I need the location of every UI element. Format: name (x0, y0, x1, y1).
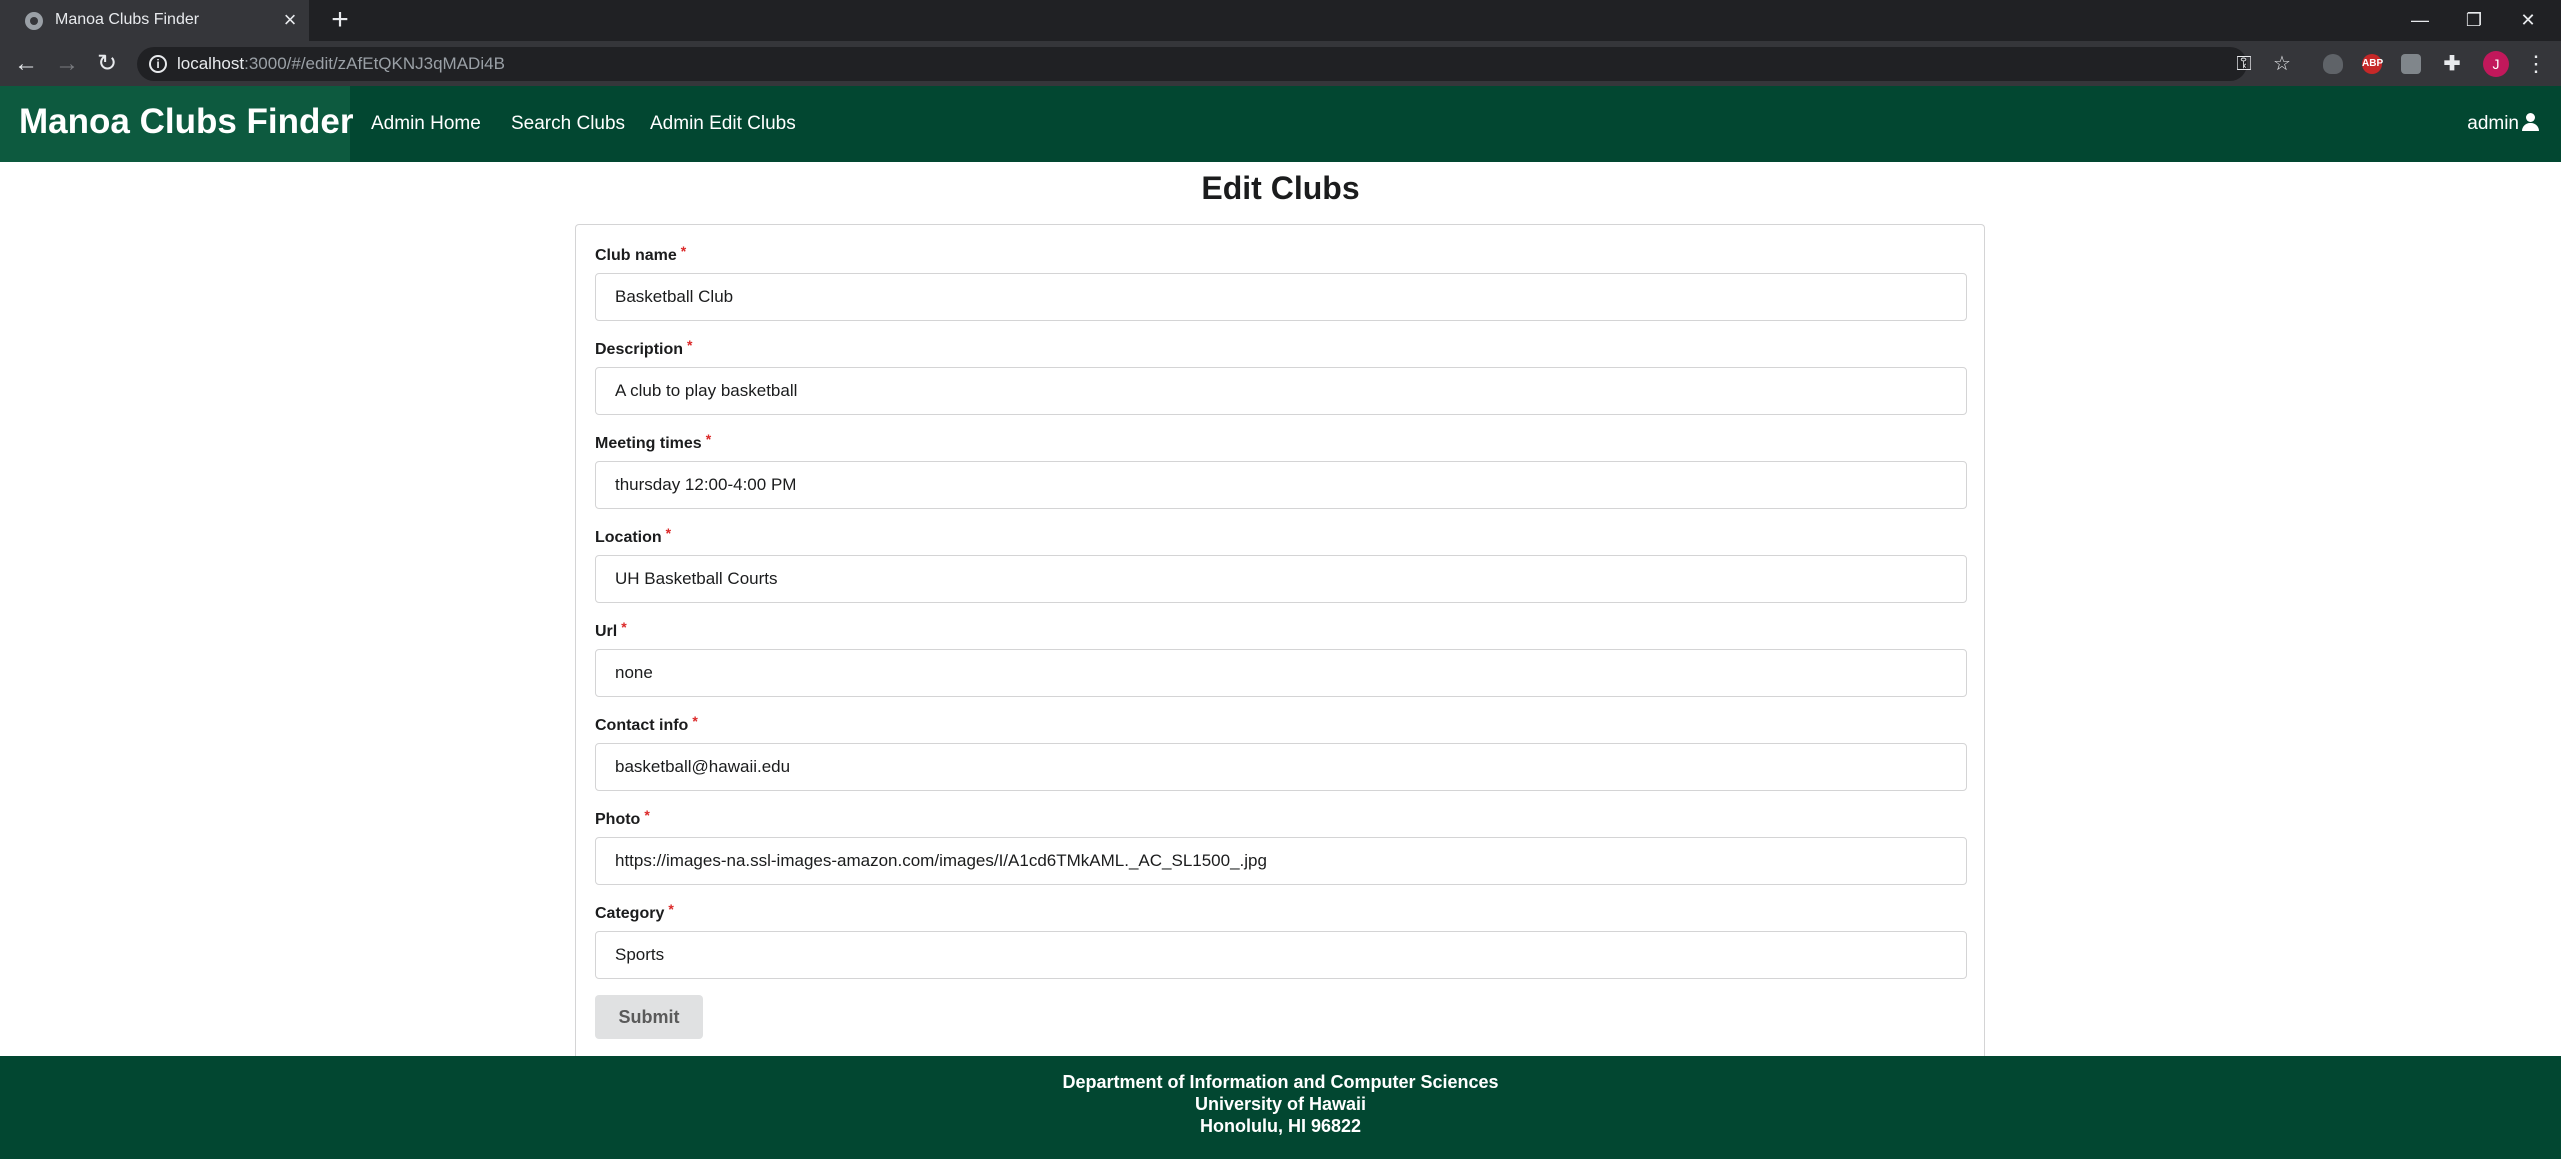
required-marker: * (644, 807, 650, 823)
required-marker: * (705, 431, 712, 447)
reload-button[interactable]: ↻ (91, 48, 123, 80)
required-marker: * (668, 901, 674, 917)
contact-info-input[interactable] (595, 743, 1967, 791)
contact-info-label: Contact info * (595, 713, 698, 734)
forward-button[interactable]: → (51, 48, 83, 80)
address-bar[interactable]: i localhost:3000/#/edit/zAfEtQKNJ3qMADi4… (137, 47, 2291, 81)
shield-extension-icon[interactable] (2323, 54, 2343, 74)
category-input[interactable] (595, 931, 1967, 979)
user-name: admin (2467, 113, 2519, 134)
url-text[interactable]: localhost:3000/#/edit/zAfEtQKNJ3qMADi4B (177, 54, 505, 74)
required-marker: * (687, 337, 693, 353)
club-name-input[interactable] (595, 273, 1967, 321)
user-menu[interactable]: admin (2467, 113, 2539, 135)
required-marker: * (665, 525, 672, 541)
browser-tab[interactable]: Manoa Clubs Finder × (0, 0, 309, 41)
description-label: Description * (595, 337, 693, 358)
meeting-times-input[interactable] (595, 461, 1967, 509)
url-input[interactable] (595, 649, 1967, 697)
footer-department: Department of Information and Computer S… (1062, 1072, 1499, 1092)
photo-input[interactable] (595, 837, 1967, 885)
tab-title: Manoa Clubs Finder (55, 11, 200, 28)
nav-admin-edit-clubs[interactable]: Admin Edit Clubs (650, 113, 796, 135)
browser-tabstrip: Manoa Clubs Finder × + — ❐ ✕ (0, 0, 2561, 41)
nav-search-clubs[interactable]: Search Clubs (511, 113, 625, 135)
bookmark-star-icon[interactable]: ☆ (2270, 52, 2294, 76)
page-title: Edit Clubs (1201, 170, 1360, 206)
favicon-icon (25, 12, 43, 30)
app-navbar: Manoa Clubs Finder Admin Home Search Clu… (0, 86, 2561, 162)
puzzle-extensions-icon[interactable]: ✚ (2442, 54, 2462, 74)
meeting-times-label: Meeting times * (595, 431, 712, 452)
browser-menu-icon[interactable]: ⋮ (2520, 48, 2552, 80)
browser-toolbar: ← → ↻ i localhost:3000/#/edit/zAfEtQKNJ3… (0, 41, 2561, 86)
new-tab-button[interactable]: + (326, 5, 354, 35)
required-marker: * (692, 713, 698, 729)
required-marker: * (680, 243, 687, 259)
required-marker: * (621, 619, 627, 635)
url-label: Url * (595, 619, 627, 640)
brand-link[interactable]: Manoa Clubs Finder (0, 86, 354, 162)
location-label: Location * (595, 525, 672, 546)
submit-button[interactable]: Submit (595, 995, 703, 1039)
key-icon[interactable]: ⚿ (2232, 52, 2256, 76)
minimize-window-button[interactable]: — (2400, 4, 2440, 36)
footer-university: University of Hawaii (1194, 1094, 1367, 1114)
description-input[interactable] (595, 367, 1967, 415)
close-window-button[interactable]: ✕ (2508, 4, 2548, 36)
location-input[interactable] (595, 555, 1967, 603)
club-name-label: Club name * (595, 243, 687, 264)
page-footer: Department of Information and Computer S… (0, 1056, 2561, 1159)
profile-avatar[interactable]: J (2483, 51, 2509, 77)
brand-title: Manoa Clubs Finder (19, 102, 354, 141)
tab-close-icon[interactable]: × (278, 8, 302, 32)
restore-window-button[interactable]: ❐ (2454, 4, 2494, 36)
extension-icon[interactable] (2401, 54, 2421, 74)
footer-address: Honolulu, HI 96822 (1199, 1116, 1362, 1136)
nav-admin-home[interactable]: Admin Home (371, 113, 481, 135)
category-label: Category * (595, 901, 674, 922)
back-button[interactable]: ← (10, 48, 42, 80)
edit-club-form: Club name* Description* Meeting times* L… (575, 224, 1985, 1056)
photo-label: Photo * (595, 807, 650, 828)
user-icon (2521, 113, 2539, 131)
adblock-extension-icon[interactable]: ABP (2362, 54, 2383, 74)
site-info-icon[interactable]: i (149, 55, 167, 73)
